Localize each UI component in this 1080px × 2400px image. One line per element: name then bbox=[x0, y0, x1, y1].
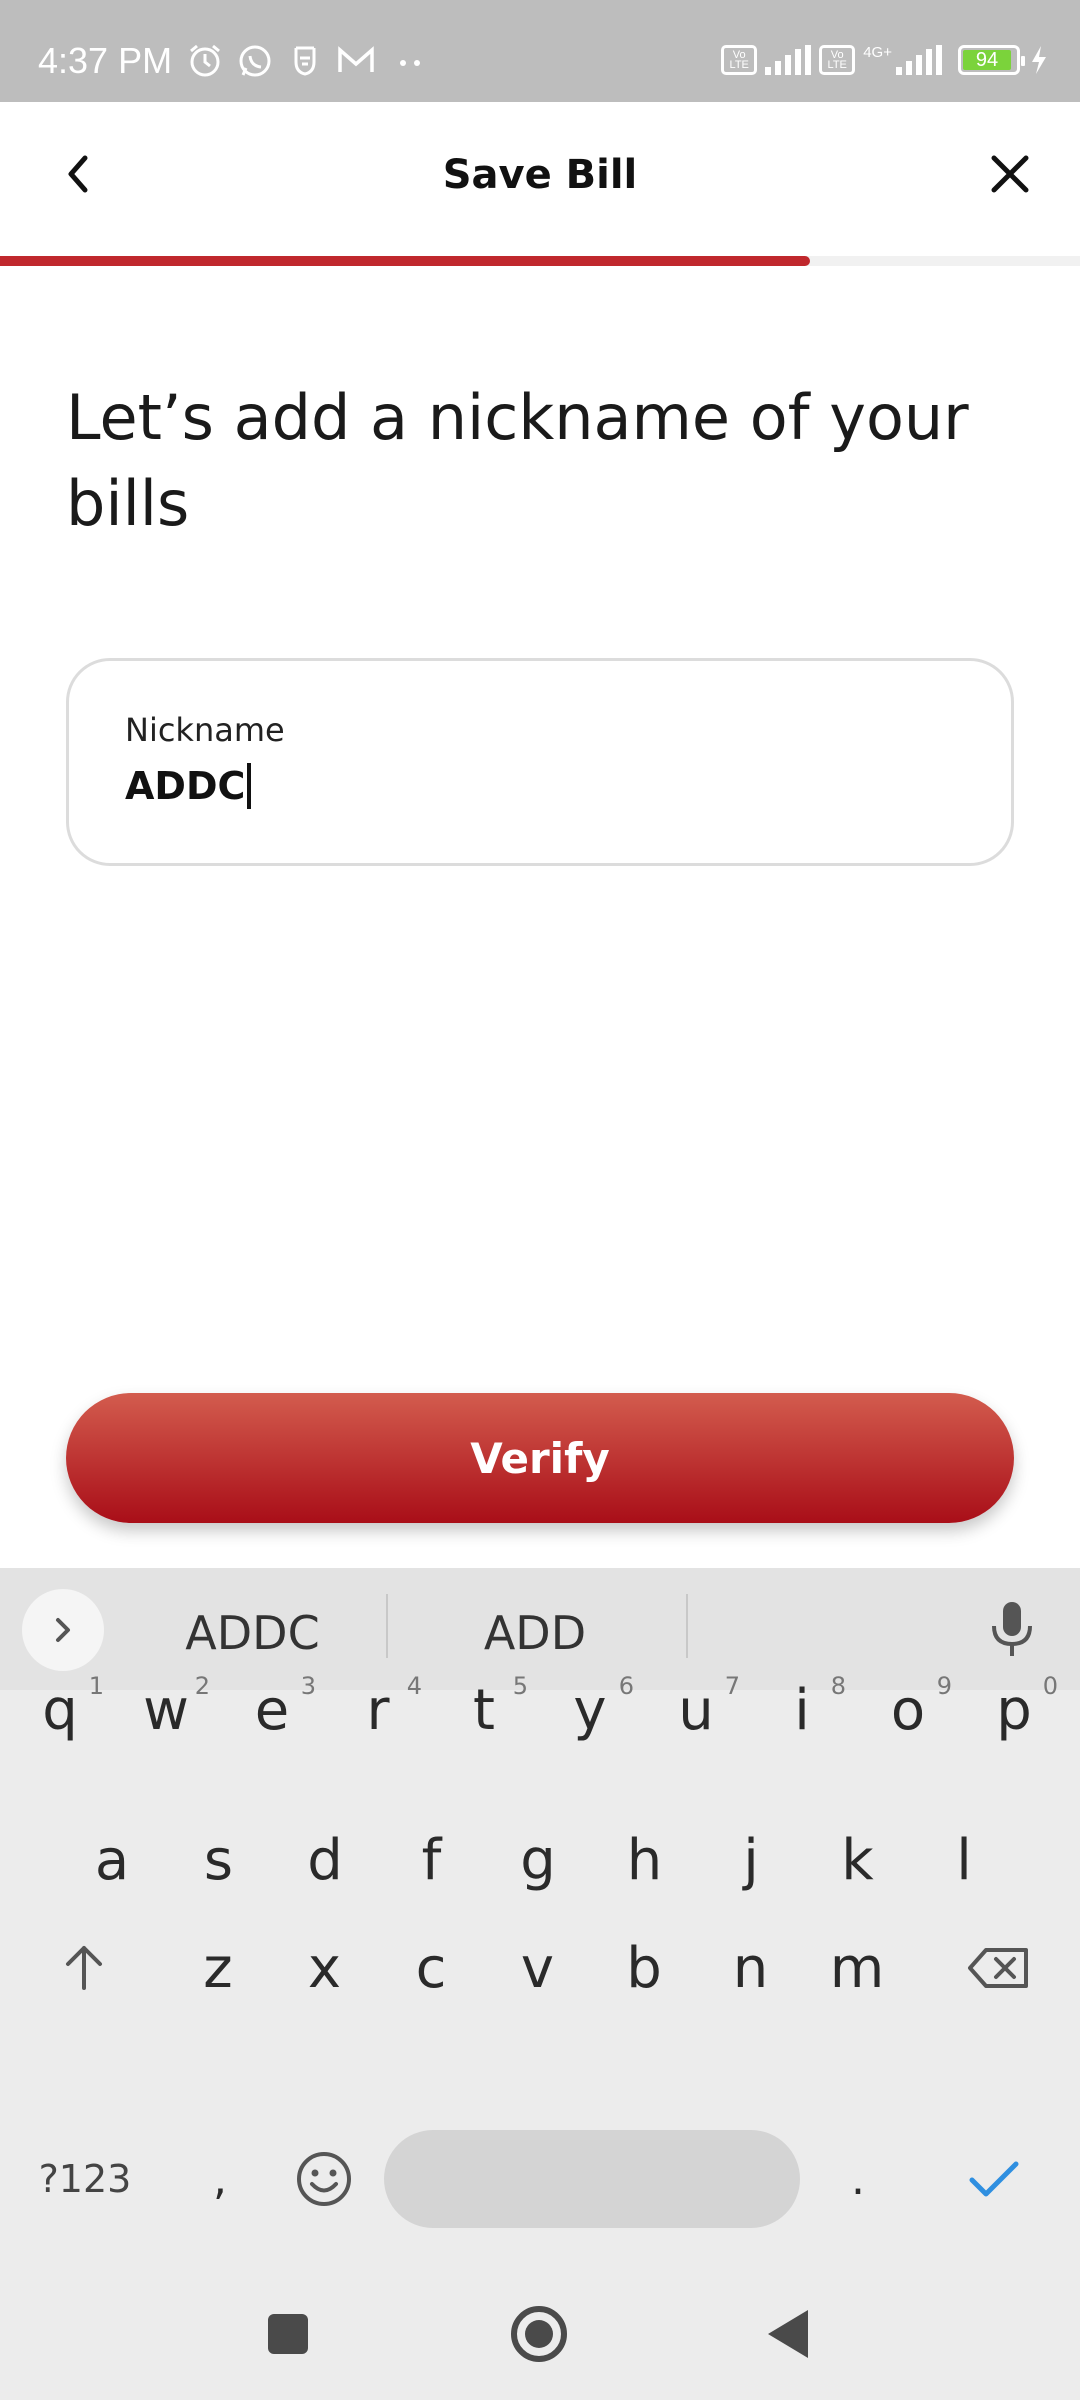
gmail-icon bbox=[338, 46, 374, 72]
battery-icon: 94 bbox=[958, 45, 1025, 75]
period-key[interactable]: . bbox=[808, 2119, 908, 2239]
whatsapp-icon bbox=[239, 45, 271, 77]
key-label: r bbox=[366, 1677, 390, 1743]
key-l[interactable]: l bbox=[914, 1800, 1014, 1920]
key-number-hint: 5 bbox=[512, 1672, 528, 1700]
key-p[interactable]: p0 bbox=[964, 1650, 1064, 1770]
nav-back-button[interactable] bbox=[768, 2310, 808, 2358]
charging-icon bbox=[1032, 46, 1046, 74]
key-c[interactable]: c bbox=[381, 1908, 481, 2028]
chevron-right-icon bbox=[56, 1618, 70, 1642]
key-n[interactable]: n bbox=[701, 1908, 801, 2028]
status-bar: 4:37 PM Vo LTE Vo LTE 4G+ 94 bbox=[0, 0, 1080, 102]
system-nav-bar bbox=[0, 2270, 1080, 2400]
emoji-key[interactable] bbox=[274, 2119, 374, 2239]
page-title: Save Bill bbox=[442, 152, 638, 198]
nickname-field[interactable]: Nickname ADDC bbox=[66, 658, 1014, 866]
key-z[interactable]: z bbox=[168, 1908, 268, 2028]
suggestion-divider bbox=[386, 1594, 388, 1658]
recents-button[interactable] bbox=[268, 2314, 308, 2354]
nickname-input[interactable]: ADDC bbox=[125, 763, 252, 809]
key-t[interactable]: t5 bbox=[434, 1650, 534, 1770]
key-m[interactable]: m bbox=[807, 1908, 907, 2028]
key-number-hint: 1 bbox=[88, 1672, 104, 1700]
key-number-hint: 2 bbox=[194, 1672, 210, 1700]
progress-bar bbox=[0, 256, 1080, 266]
key-label: y bbox=[573, 1677, 607, 1743]
space-key[interactable] bbox=[384, 2130, 800, 2228]
key-k[interactable]: k bbox=[808, 1800, 908, 1920]
key-b[interactable]: b bbox=[594, 1908, 694, 2028]
key-label: q bbox=[42, 1677, 78, 1743]
symbols-key[interactable]: ?123 bbox=[30, 2119, 140, 2239]
app-header: Save Bill bbox=[0, 102, 1080, 256]
key-q[interactable]: q1 bbox=[10, 1650, 110, 1770]
volte-icon-2: Vo LTE bbox=[819, 45, 856, 75]
key-label: o bbox=[890, 1677, 926, 1743]
key-number-hint: 6 bbox=[618, 1672, 634, 1700]
key-o[interactable]: o9 bbox=[858, 1650, 958, 1770]
nickname-value: ADDC bbox=[125, 764, 246, 808]
key-y[interactable]: y6 bbox=[540, 1650, 640, 1770]
key-number-hint: 8 bbox=[830, 1672, 846, 1700]
enter-key[interactable] bbox=[944, 2119, 1044, 2239]
network-type: 4G+ bbox=[863, 43, 892, 61]
status-time: 4:37 PM bbox=[38, 40, 173, 81]
key-label: u bbox=[678, 1677, 714, 1743]
key-label: t bbox=[473, 1677, 495, 1743]
key-x[interactable]: x bbox=[275, 1908, 375, 2028]
suggestion-divider bbox=[686, 1594, 688, 1658]
key-d[interactable]: d bbox=[275, 1800, 375, 1920]
text-cursor bbox=[247, 763, 252, 809]
signal-icon bbox=[765, 45, 812, 75]
key-u[interactable]: u7 bbox=[646, 1650, 746, 1770]
shift-icon bbox=[66, 1946, 102, 1990]
key-label: w bbox=[143, 1677, 189, 1743]
close-icon bbox=[991, 155, 1029, 193]
key-a[interactable]: a bbox=[62, 1800, 162, 1920]
keyboard: ADDC ADD q1w2e3r4t5y6u7i8o9p0 asdfghjkl … bbox=[0, 1568, 1080, 2270]
key-label: e bbox=[254, 1677, 290, 1743]
checkmark-icon bbox=[969, 2161, 1019, 2197]
volte-icon: Vo LTE bbox=[721, 45, 758, 75]
key-f[interactable]: f bbox=[382, 1800, 482, 1920]
key-label: i bbox=[794, 1677, 810, 1743]
key-s[interactable]: s bbox=[169, 1800, 269, 1920]
backspace-key[interactable] bbox=[944, 1908, 1054, 2028]
key-number-hint: 9 bbox=[936, 1672, 952, 1700]
close-button[interactable] bbox=[980, 144, 1040, 204]
emoji-icon bbox=[297, 2152, 351, 2206]
home-button[interactable] bbox=[511, 2306, 567, 2362]
key-number-hint: 4 bbox=[406, 1672, 422, 1700]
key-number-hint: 0 bbox=[1042, 1672, 1058, 1700]
key-r[interactable]: r4 bbox=[328, 1650, 428, 1770]
more-dots-icon bbox=[400, 60, 420, 66]
backspace-icon bbox=[968, 1948, 1028, 1988]
alarm-icon bbox=[190, 44, 220, 77]
key-label: p bbox=[996, 1677, 1032, 1743]
key-j[interactable]: j bbox=[701, 1800, 801, 1920]
status-right-icons: Vo LTE Vo LTE 4G+ 94 bbox=[721, 40, 1050, 80]
key-i[interactable]: i8 bbox=[752, 1650, 852, 1770]
key-e[interactable]: e3 bbox=[222, 1650, 322, 1770]
shift-key[interactable] bbox=[34, 1908, 134, 2028]
key-number-hint: 3 bbox=[300, 1672, 316, 1700]
comma-key[interactable]: , bbox=[170, 2119, 270, 2239]
battery-level: 94 bbox=[963, 50, 1011, 70]
key-h[interactable]: h bbox=[595, 1800, 695, 1920]
app-icon bbox=[294, 46, 316, 76]
nickname-label: Nickname bbox=[125, 711, 285, 749]
page-heading: Let’s add a nickname of your bills bbox=[66, 381, 969, 540]
progress-fill bbox=[0, 256, 810, 266]
key-g[interactable]: g bbox=[488, 1800, 588, 1920]
signal-icon-2 bbox=[896, 45, 942, 75]
key-number-hint: 7 bbox=[724, 1672, 740, 1700]
key-v[interactable]: v bbox=[488, 1908, 588, 2028]
key-w[interactable]: w2 bbox=[116, 1650, 216, 1770]
verify-button[interactable]: Verify bbox=[66, 1393, 1014, 1523]
